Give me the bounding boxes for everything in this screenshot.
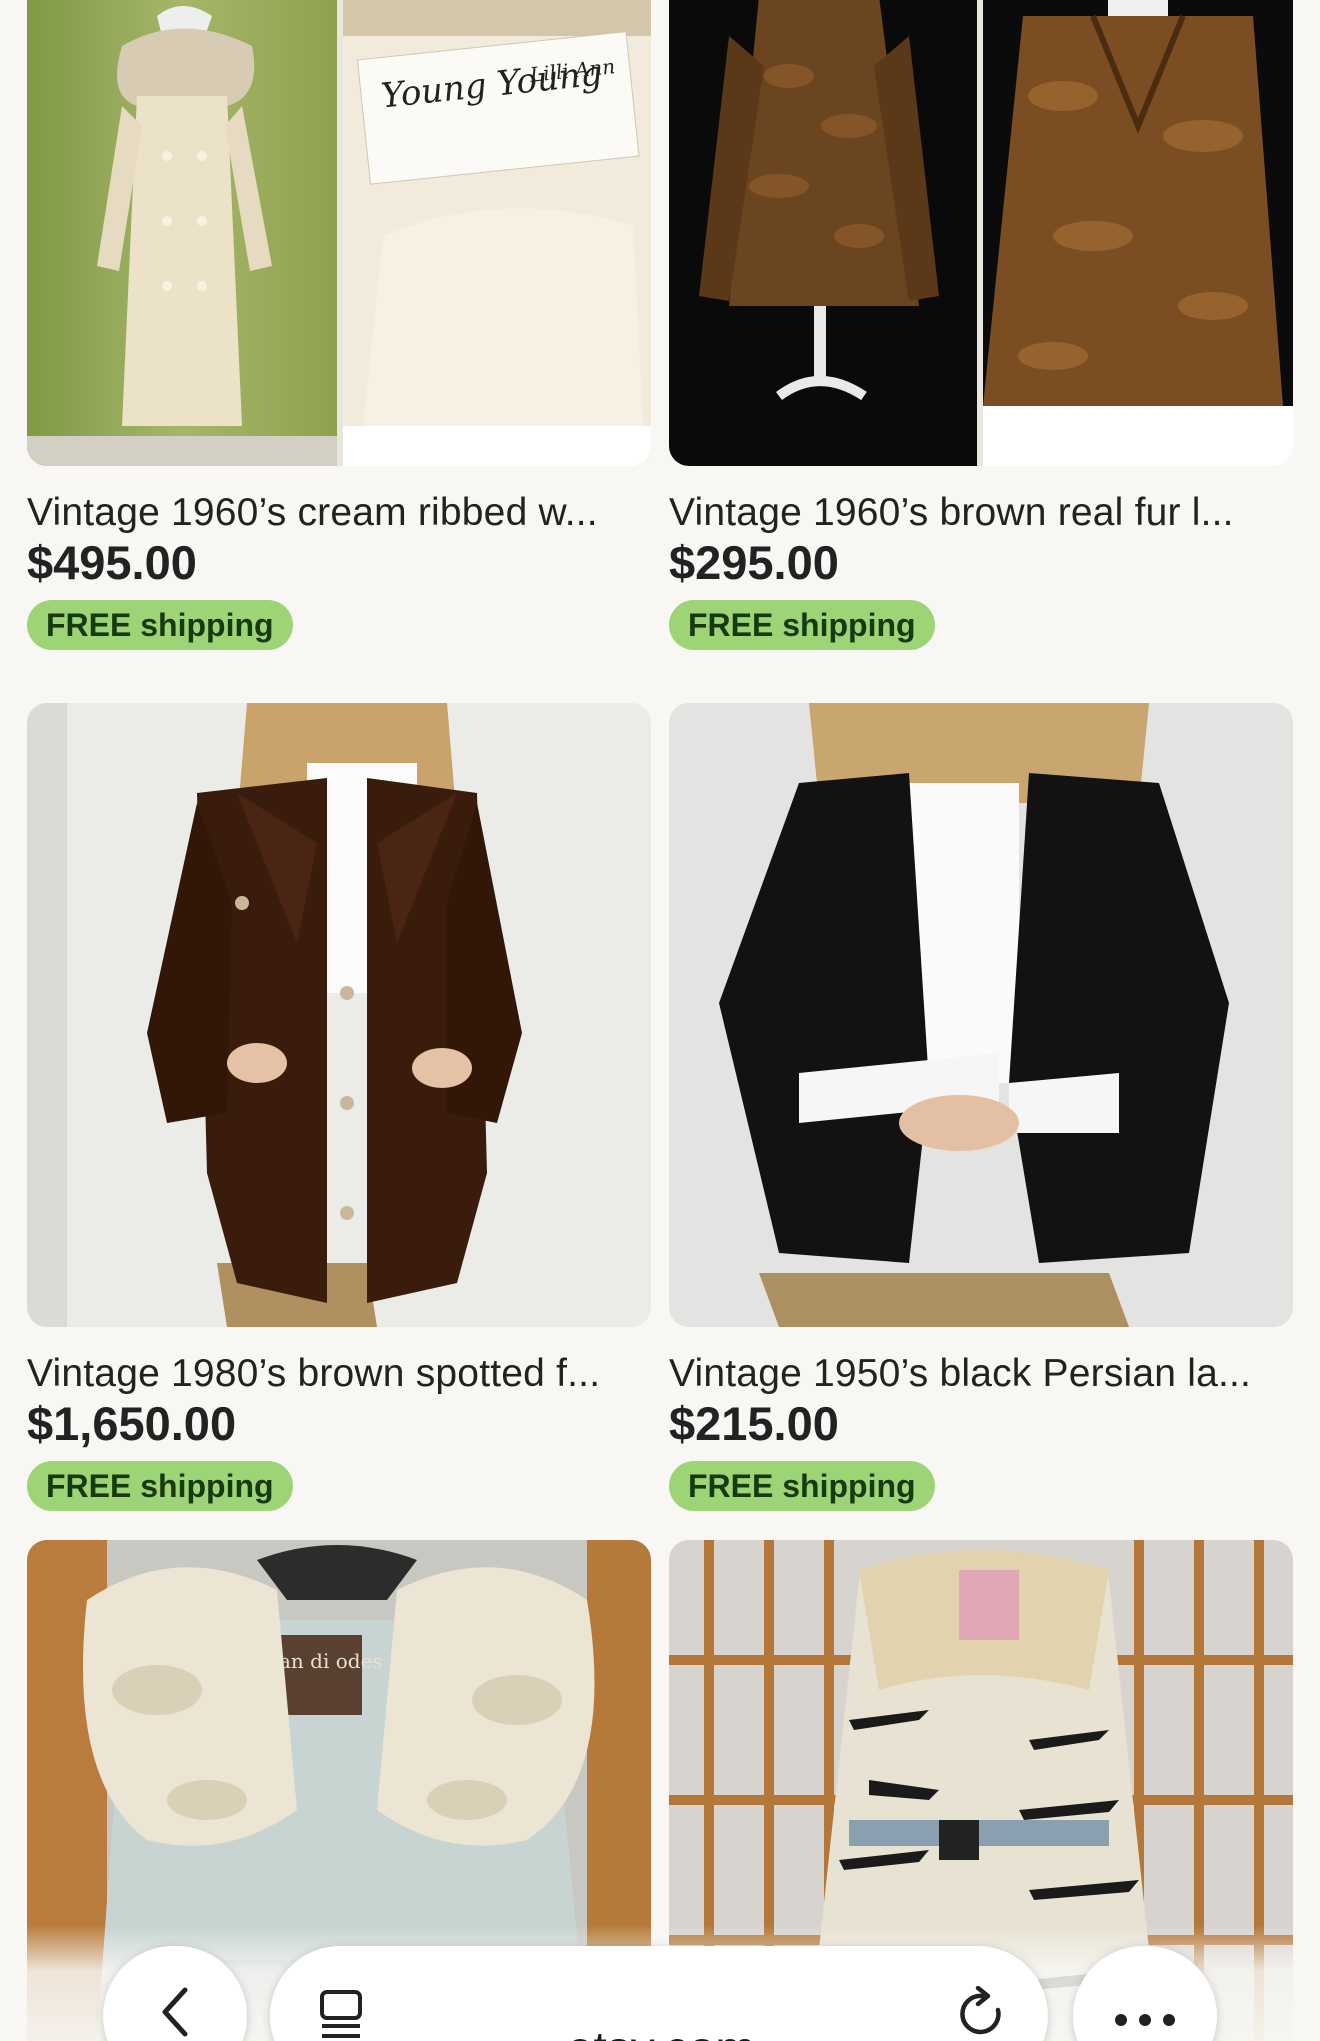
listing-image[interactable] [669,0,1293,466]
chevron-left-icon [162,1987,188,2037]
listing-price: $495.00 [27,536,197,589]
more-icon [1115,2014,1175,2026]
listing-card[interactable]: Vintage 1950’s black Persian la... $215.… [669,703,1293,1511]
label-photo: Young Young Lilli Ann [343,0,651,466]
listing-image[interactable] [669,703,1293,1327]
free-shipping-badge: FREE shipping [27,1461,293,1511]
coat-photo [27,703,651,1327]
listing-title[interactable]: Vintage 1980’s brown spotted f... [27,1351,651,1397]
free-shipping-badge: FREE shipping [669,1461,935,1511]
listing-title[interactable]: Vintage 1960’s cream ribbed w... [27,490,651,536]
coat-photo [669,703,1293,1327]
free-shipping-badge: FREE shipping [27,600,293,650]
coat-photo [983,0,1293,466]
etsy-results-page: Young Young Lilli Ann Vintage 1960’s cre… [0,0,1320,2041]
listing-card[interactable]: Vintage 1980’s brown spotted f... $1,650… [27,703,651,1511]
url-text[interactable]: etsy.com [286,2022,1036,2041]
coat-photo [669,0,977,466]
listing-price: $1,650.00 [27,1397,237,1450]
listing-title[interactable]: Vintage 1950’s black Persian la... [669,1351,1293,1397]
listing-title[interactable]: Vintage 1960’s brown real fur l... [669,490,1293,536]
listing-card[interactable]: Young Young Lilli Ann Vintage 1960’s cre… [27,0,651,650]
listing-card[interactable]: Vintage 1960’s brown real fur l... $295.… [669,0,1293,650]
listing-price: $295.00 [669,536,839,589]
svg-text:an di odes: an di odes [279,1649,383,1673]
listing-image[interactable] [27,703,651,1327]
listing-image[interactable]: Young Young Lilli Ann [27,0,651,466]
coat-photo [27,0,337,466]
listing-price: $215.00 [669,1397,839,1450]
free-shipping-badge: FREE shipping [669,600,935,650]
